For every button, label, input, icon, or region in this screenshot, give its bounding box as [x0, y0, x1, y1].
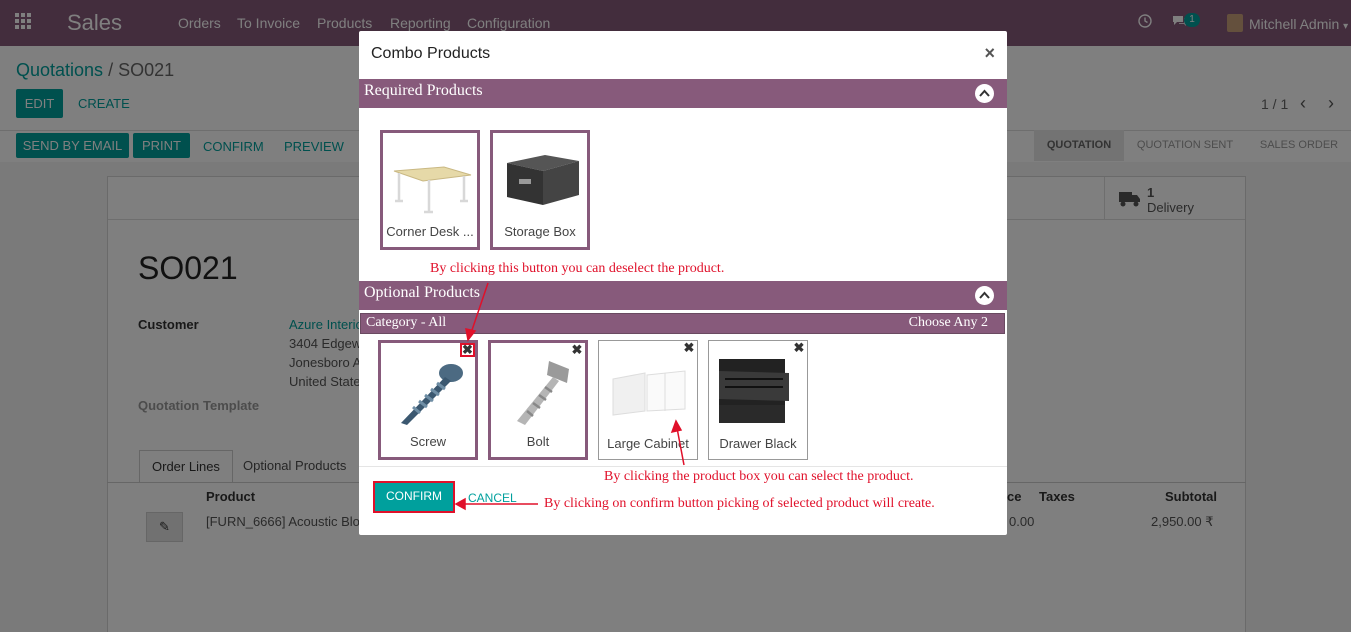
collapse-optional-icon[interactable] — [975, 286, 994, 305]
choose-limit-label: Choose Any 2 — [908, 315, 988, 330]
cancel-button[interactable]: CANCEL — [468, 491, 517, 505]
large-cabinet-image — [612, 370, 686, 416]
annotation-confirm: By clicking on confirm button picking of… — [544, 496, 935, 511]
close-icon[interactable]: × — [984, 43, 995, 64]
optional-products-title: Optional Products — [364, 284, 480, 301]
optional-product-drawer-black[interactable]: ✖ Drawer Black — [708, 340, 808, 460]
product-name: Large Cabinet — [607, 436, 689, 451]
optional-products-header: Optional Products — [359, 281, 1007, 310]
optional-product-bolt[interactable]: ✖ Bolt — [488, 340, 588, 460]
required-products-title: Required Products — [364, 82, 483, 99]
annotation-deselect: By clicking this button you can deselect… — [430, 261, 725, 276]
optional-product-screw[interactable]: ✖ Screw — [378, 340, 478, 460]
product-name: Storage Box — [504, 224, 576, 239]
drawer-black-image — [719, 359, 789, 423]
screw-image — [401, 364, 463, 425]
confirm-button[interactable]: CONFIRM — [373, 481, 455, 513]
product-name: Corner Desk ... — [386, 224, 474, 239]
annotation-select: By clicking the product box you can sele… — [604, 469, 914, 484]
product-name: Screw — [409, 434, 447, 449]
required-products-header: Required Products — [359, 79, 1007, 108]
optional-product-large-cabinet[interactable]: ✖ Large Cabinet — [598, 340, 698, 460]
collapse-required-icon[interactable] — [975, 84, 994, 103]
category-label[interactable]: Category - All — [366, 315, 446, 330]
storage-box-image — [507, 155, 579, 205]
required-product-corner-desk[interactable]: Corner Desk ... — [380, 130, 480, 250]
required-product-storage-box[interactable]: Storage Box — [490, 130, 590, 250]
footer-divider — [359, 466, 1007, 467]
bolt-image — [517, 361, 569, 425]
corner-desk-image — [393, 166, 472, 214]
product-name: Drawer Black — [719, 436, 797, 451]
combo-products-dialog: Combo Products × Required Products Corne… — [359, 31, 1007, 535]
category-bar: Category - All Choose Any 2 — [360, 313, 1005, 334]
product-name: Bolt — [526, 434, 550, 449]
dialog-title: Combo Products — [371, 45, 491, 62]
